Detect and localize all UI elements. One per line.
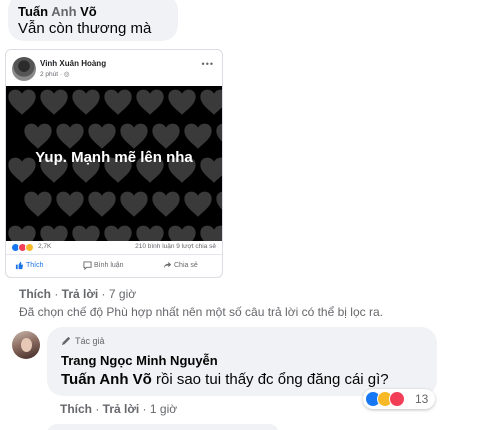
next-comment-bubble bbox=[47, 424, 279, 430]
heart-shape bbox=[40, 89, 68, 115]
comment-text: Vẫn còn thương mà bbox=[18, 20, 152, 37]
heart-shape bbox=[200, 225, 222, 241]
post-caption: Yup. Mạnh mẽ lên nha bbox=[35, 149, 193, 166]
heart-shape bbox=[24, 191, 52, 217]
comment-author[interactable]: Tuấn Anh Võ bbox=[18, 4, 97, 19]
comment-actions: Thích · Trả lời · 7 giờ bbox=[19, 287, 137, 301]
post-author: Vinh Xuân Hoàng bbox=[40, 59, 107, 68]
post-time: 2 phút · ◎ bbox=[40, 71, 70, 78]
post-share-button[interactable]: Chia sẻ bbox=[163, 261, 198, 269]
heart-shape bbox=[88, 123, 116, 149]
shared-post-card[interactable]: Vinh Xuân Hoàng 2 phút · ◎ ••• Yup. Mạnh… bbox=[5, 49, 223, 278]
heart-shape bbox=[88, 191, 116, 217]
like-thumb-icon bbox=[15, 261, 24, 270]
comment-time[interactable]: 7 giờ bbox=[109, 287, 136, 301]
filter-notice: Đã chọn chế độ Phù hợp nhất nên một số c… bbox=[19, 305, 383, 319]
reply-time[interactable]: 1 giờ bbox=[150, 402, 177, 416]
post-comment-button[interactable]: Bình luận bbox=[83, 261, 124, 270]
share-icon bbox=[163, 261, 172, 269]
reply-actions: Thích · Trả lời · 1 giờ bbox=[60, 402, 178, 416]
heart-shape bbox=[8, 225, 36, 241]
heart-shape bbox=[120, 191, 148, 217]
avatar bbox=[12, 57, 36, 81]
heart-reaction-icon bbox=[389, 391, 405, 407]
post-actions: Thích Bình luận Chia sẻ bbox=[6, 256, 222, 277]
post-like-button[interactable]: Thích bbox=[15, 261, 44, 270]
reaction-count: 2,7K bbox=[38, 243, 52, 250]
heart-shape bbox=[216, 123, 222, 142]
post-stats: 2,7K 210 bình luận 9 lượt chia sẻ bbox=[6, 241, 222, 255]
heart-shape bbox=[184, 191, 212, 217]
heart-shape bbox=[40, 225, 68, 241]
care-reaction-icon bbox=[25, 243, 34, 252]
heart-shape bbox=[104, 225, 132, 241]
reply-reactions[interactable]: 13 bbox=[363, 389, 435, 409]
like-link[interactable]: Thích bbox=[19, 287, 51, 301]
heart-shape bbox=[168, 225, 196, 241]
heart-shape bbox=[72, 225, 100, 241]
heart-shape bbox=[152, 123, 180, 149]
globe-icon: · ◎ bbox=[59, 71, 70, 78]
reply-bubble: Tác giả Trang Ngọc Minh Nguyễn Tuấn Anh … bbox=[47, 327, 437, 396]
heart-shape bbox=[104, 89, 132, 115]
heart-shape bbox=[168, 89, 196, 115]
pencil-icon bbox=[61, 336, 71, 346]
reply-reaction-count: 13 bbox=[415, 392, 429, 406]
comment-author-middle: Anh bbox=[51, 4, 77, 19]
reply-like-link[interactable]: Thích bbox=[60, 402, 92, 416]
heart-shape bbox=[56, 123, 84, 149]
reply-author[interactable]: Trang Ngọc Minh Nguyễn bbox=[61, 353, 218, 368]
heart-shape bbox=[24, 123, 52, 149]
heart-shape bbox=[8, 89, 36, 115]
more-options-icon: ••• bbox=[201, 59, 214, 69]
reply-reply-link[interactable]: Trả lời bbox=[103, 402, 140, 416]
heart-shape bbox=[136, 89, 164, 115]
heart-shape bbox=[152, 191, 180, 217]
heart-shape bbox=[120, 123, 148, 149]
heart-shape bbox=[56, 191, 84, 217]
heart-shape bbox=[200, 89, 222, 115]
post-header: Vinh Xuân Hoàng 2 phút · ◎ ••• bbox=[6, 50, 222, 86]
post-image: Yup. Mạnh mẽ lên nha bbox=[6, 86, 222, 241]
reply-avatar[interactable] bbox=[12, 331, 40, 359]
mention-link[interactable]: Tuấn Anh Võ bbox=[61, 371, 152, 388]
reply-text: Tuấn Anh Võ rồi sao tui thấy đc ổng đăng… bbox=[61, 371, 389, 388]
comment-icon bbox=[83, 261, 92, 270]
heart-shape bbox=[216, 191, 222, 210]
heart-shape bbox=[136, 225, 164, 241]
heart-shape bbox=[184, 123, 212, 149]
heart-shape bbox=[72, 89, 100, 115]
comment-bubble: Tuấn Anh Võ Vẫn còn thương mà bbox=[8, 0, 178, 41]
comments-shares-count: 210 bình luận 9 lượt chia sẻ bbox=[135, 243, 216, 250]
reply-link[interactable]: Trả lời bbox=[62, 287, 99, 301]
